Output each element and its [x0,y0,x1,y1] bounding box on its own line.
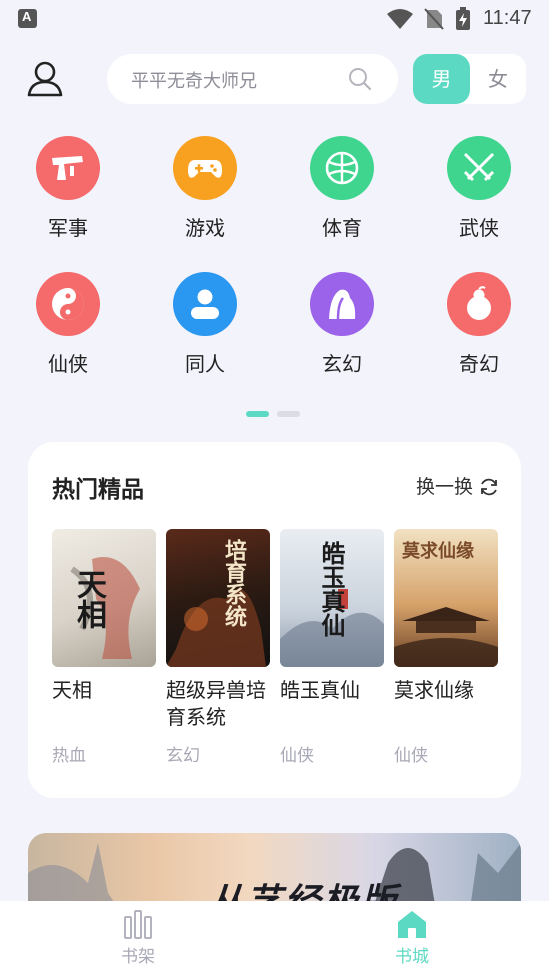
search-bar[interactable]: 平平无奇大师兄 [107,54,398,104]
category-label: 武侠 [459,216,499,240]
page-dot [277,411,300,417]
book-cover: 天相 [52,529,156,667]
category-magic[interactable]: 奇幻 [424,272,534,377]
category-label: 玄幻 [322,352,362,376]
book-tag: 仙侠 [394,746,428,766]
clock: 11:47 [483,7,532,29]
nav-bookstore[interactable]: 书城 [372,909,452,967]
book-item[interactable]: 莫求仙缘 莫求仙缘 仙侠 [394,529,498,766]
nav-bookshelf[interactable]: 书架 [98,909,178,967]
status-bar: 11:47 [0,0,549,38]
yin-yang-icon [36,272,100,336]
battery-charging-icon [456,7,470,30]
category-label: 体育 [322,216,362,240]
no-sim-icon [424,8,444,30]
section-title: 热门精品 [52,477,144,503]
category-label: 奇幻 [459,352,499,376]
home-icon [398,911,426,938]
category-games[interactable]: 游戏 [150,136,260,241]
gender-male-tab[interactable]: 男 [413,54,470,104]
search-input[interactable]: 平平无奇大师兄 [131,67,257,93]
profile-icon[interactable] [26,60,64,98]
crossed-swords-icon [447,136,511,200]
category-military[interactable]: 军事 [13,136,123,241]
gender-toggle[interactable]: 男 女 [413,54,526,104]
cover-title: 皓玉真仙 [317,541,346,637]
bookshelf-icon [124,910,152,939]
person-icon [173,272,237,336]
gun-icon [36,136,100,200]
category-label: 军事 [48,216,88,240]
hot-picks-card: 热门精品 换一换 天相 天相 热血 培育系统 超级异兽培育系统 玄幻 皓玉真仙 … [28,442,521,798]
category-label: 仙侠 [48,352,88,376]
category-xianxia[interactable]: 仙侠 [13,272,123,377]
category-sports[interactable]: 体育 [287,136,397,241]
book-item[interactable]: 皓玉真仙 皓玉真仙 仙侠 [280,529,384,766]
gourd-icon [447,272,511,336]
page-indicator [246,402,308,421]
book-tag: 玄幻 [166,746,200,766]
book-cover: 莫求仙缘 [394,529,498,667]
nav-label: 书城 [395,947,429,967]
rock-icon [310,272,374,336]
page-dot-active [246,411,269,417]
cover-title: 培育系统 [221,539,247,627]
category-label: 游戏 [185,216,225,240]
refresh-label: 换一换 [415,476,473,498]
book-cover: 培育系统 [166,529,270,667]
book-title: 皓玉真仙 [280,678,360,702]
book-cover: 皓玉真仙 [280,529,384,667]
book-tag: 热血 [52,746,86,766]
cover-title: 莫求仙缘 [402,541,474,562]
book-title: 莫求仙缘 [394,678,474,702]
category-fanfic[interactable]: 同人 [150,272,260,377]
wifi-icon [387,9,413,29]
cover-title: 天相 [71,569,106,629]
gender-female-tab[interactable]: 女 [470,54,526,104]
basketball-icon [310,136,374,200]
app-notification-icon [18,9,37,28]
book-tag: 仙侠 [280,746,314,766]
book-item[interactable]: 培育系统 超级异兽培育系统 玄幻 [166,529,270,766]
book-item[interactable]: 天相 天相 热血 [52,529,156,766]
bottom-nav: 书架 书城 [0,901,549,977]
book-title: 超级异兽培育系统 [166,678,266,729]
nav-label: 书架 [121,947,155,967]
category-fantasy[interactable]: 玄幻 [287,272,397,377]
refresh-button[interactable]: 换一换 [416,472,499,499]
gamepad-icon [173,136,237,200]
category-label: 同人 [185,352,225,376]
book-title: 天相 [52,678,92,702]
refresh-icon [481,478,497,496]
category-martial-arts[interactable]: 武侠 [424,136,534,241]
search-icon[interactable] [348,67,372,91]
